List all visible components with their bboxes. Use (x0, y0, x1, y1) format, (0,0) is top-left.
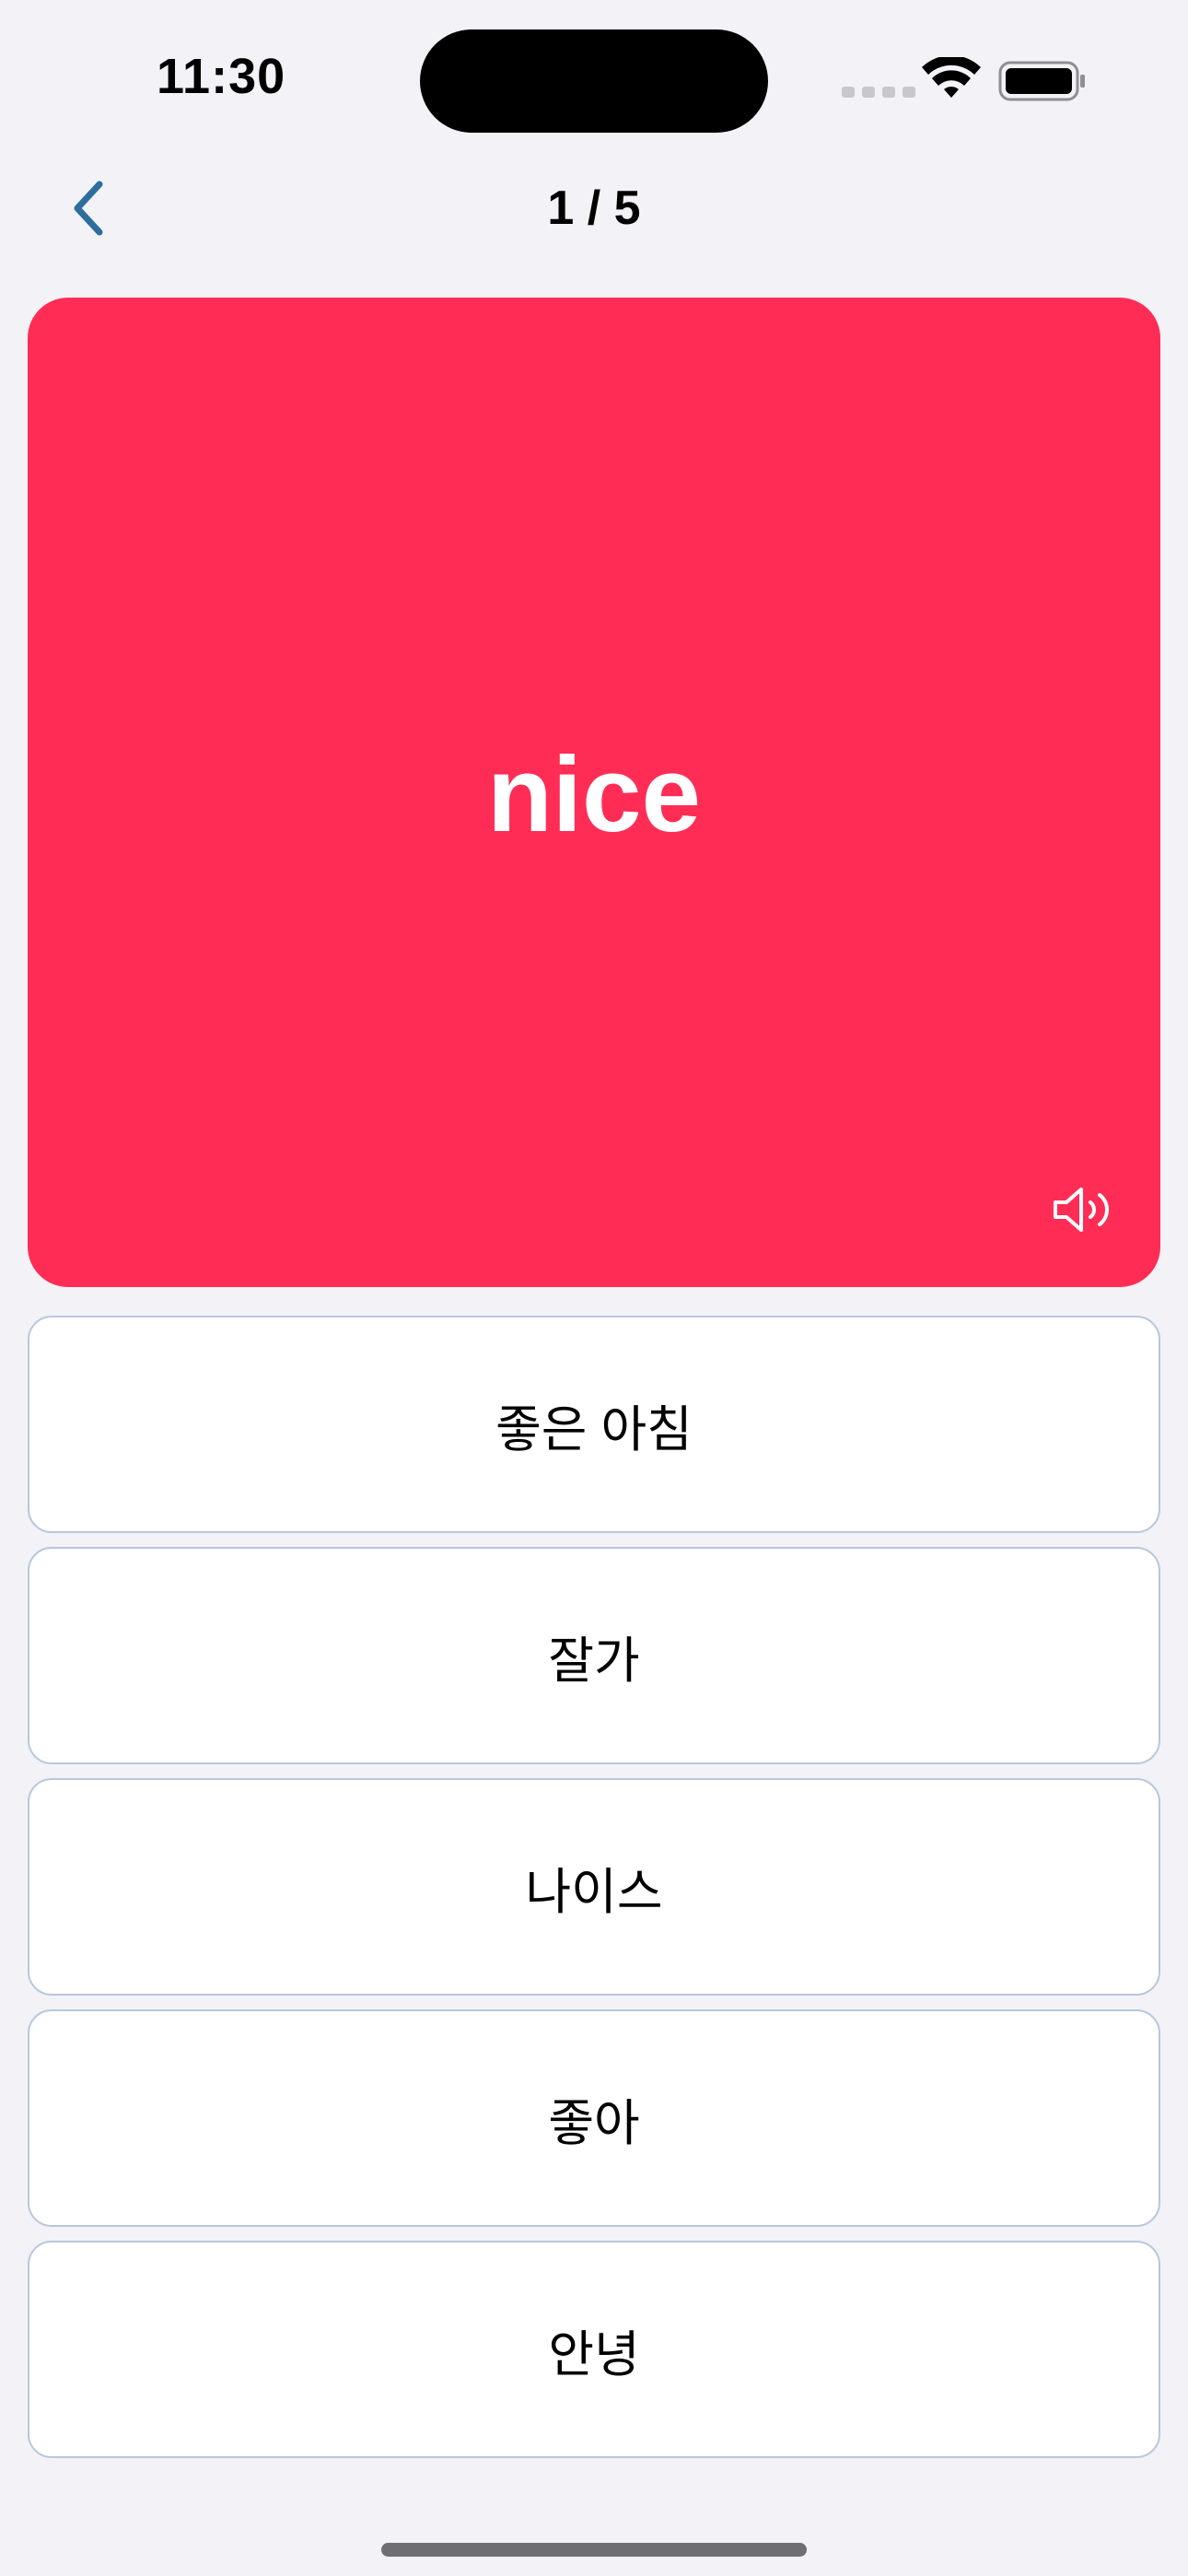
quiz-screen: 11:30 1 / 5 nice 좋은 아침 잘가 나이스 좋아 안녕 (0, 0, 1188, 2576)
answer-option[interactable]: 나이스 (28, 1778, 1160, 1996)
wifi-icon (922, 57, 981, 98)
answer-option[interactable]: 잘가 (28, 1547, 1160, 1764)
answer-option[interactable]: 좋은 아침 (28, 1316, 1160, 1533)
flashcard[interactable]: nice (28, 298, 1160, 1287)
answer-option[interactable]: 안녕 (28, 2241, 1160, 2458)
dynamic-island (420, 29, 768, 133)
cellular-signal-icon (842, 87, 915, 98)
status-time: 11:30 (157, 49, 286, 104)
home-indicator[interactable] (381, 2543, 807, 2557)
battery-icon (998, 61, 1085, 101)
answer-option[interactable]: 좋아 (28, 2009, 1160, 2227)
progress-indicator: 1 / 5 (547, 181, 641, 235)
speaker-icon[interactable] (1052, 1184, 1112, 1235)
answer-options: 좋은 아침 잘가 나이스 좋아 안녕 (28, 1316, 1160, 2472)
card-word: nice (486, 734, 702, 854)
